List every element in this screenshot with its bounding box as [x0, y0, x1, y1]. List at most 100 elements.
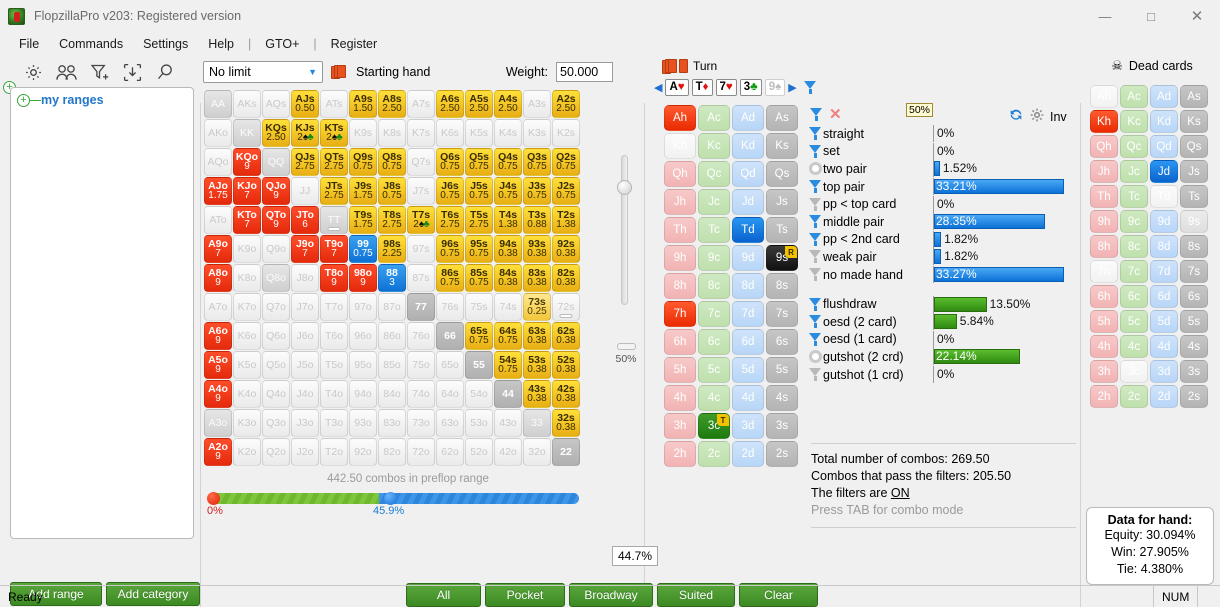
- hand-cell-T2o[interactable]: T2o: [320, 438, 348, 466]
- dead-card-2h[interactable]: 2h: [1090, 385, 1118, 408]
- dead-card-Qd[interactable]: Qd: [1150, 135, 1178, 158]
- hand-cell-J9s[interactable]: J9s 1.75: [349, 177, 377, 205]
- draw-icon-1[interactable]: [809, 315, 822, 329]
- hand-cell-64o[interactable]: 64o: [436, 380, 464, 408]
- dead-card-3s[interactable]: 3s: [1180, 360, 1208, 383]
- filter-icon[interactable]: [810, 107, 823, 121]
- hand-cell-42s[interactable]: 42s 0.38: [552, 380, 580, 408]
- hand-cell-A9s[interactable]: A9s 1.50: [349, 90, 377, 118]
- hand-cell-A2o[interactable]: A2o 9: [204, 438, 232, 466]
- range-slider-left-handle[interactable]: [207, 492, 220, 505]
- dead-card-8d[interactable]: 8d: [1150, 235, 1178, 258]
- made-icon-7[interactable]: [809, 250, 822, 264]
- menu-file[interactable]: File: [9, 35, 49, 53]
- draw-icon-2[interactable]: [809, 332, 822, 346]
- hand-cell-54s[interactable]: 54s 0.75: [494, 351, 522, 379]
- starting-hand-label[interactable]: Starting hand: [331, 64, 430, 80]
- deck-card-9h[interactable]: 9h: [664, 245, 696, 271]
- hand-cell-T2s[interactable]: T2s 1.38: [552, 206, 580, 234]
- hand-cell-75s[interactable]: 75s: [465, 293, 493, 321]
- import-icon[interactable]: [117, 58, 148, 86]
- deck-card-8s[interactable]: 8s: [766, 273, 798, 299]
- hand-cell-K4o[interactable]: K4o: [233, 380, 261, 408]
- hand-cell-95o[interactable]: 95o: [349, 351, 377, 379]
- range-slider-mid-handle[interactable]: [384, 492, 397, 505]
- hand-cell-62s[interactable]: 62s 0.38: [552, 322, 580, 350]
- deck-card-Jh[interactable]: Jh: [664, 189, 696, 215]
- hand-cell-ATo[interactable]: ATo: [204, 206, 232, 234]
- hand-cell-TT[interactable]: TT: [320, 206, 348, 234]
- hand-cell-KJs[interactable]: KJs 2♠♣: [291, 119, 319, 147]
- dead-card-8s[interactable]: 8s: [1180, 235, 1208, 258]
- hand-cell-KQo[interactable]: KQo 9: [233, 148, 261, 176]
- hand-cell-QJo[interactable]: QJo 9: [262, 177, 290, 205]
- hand-cell-K3o[interactable]: K3o: [233, 409, 261, 437]
- hand-cell-44[interactable]: 44: [494, 380, 522, 408]
- dead-card-8h[interactable]: 8h: [1090, 235, 1118, 258]
- deck-card-Th[interactable]: Th: [664, 217, 696, 243]
- deck-card-Kd[interactable]: Kd: [732, 133, 764, 159]
- dead-card-9d[interactable]: 9d: [1150, 210, 1178, 233]
- hand-cell-96s[interactable]: 96s 0.75: [436, 235, 464, 263]
- hand-cell-Q2o[interactable]: Q2o: [262, 438, 290, 466]
- maximize-button[interactable]: □: [1128, 0, 1174, 32]
- hand-cell-76s[interactable]: 76s: [436, 293, 464, 321]
- dead-card-7h[interactable]: 7h: [1090, 260, 1118, 283]
- dead-card-4d[interactable]: 4d: [1150, 335, 1178, 358]
- board-cards[interactable]: A ♥ T ♦ 7 ♥ 3 ♣ 9 ♠: [665, 78, 786, 96]
- draw-icon-3[interactable]: [809, 350, 822, 364]
- deck-card-Ah[interactable]: Ah: [664, 105, 696, 131]
- dead-card-5h[interactable]: 5h: [1090, 310, 1118, 333]
- hand-cell-KTo[interactable]: KTo 7: [233, 206, 261, 234]
- hand-cell-Q7s[interactable]: Q7s: [407, 148, 435, 176]
- hand-cell-43o[interactable]: 43o: [494, 409, 522, 437]
- hand-cell-T8s[interactable]: T8s 2.75: [378, 206, 406, 234]
- hand-cell-Q5o[interactable]: Q5o: [262, 351, 290, 379]
- hand-cell-76o[interactable]: 76o: [407, 322, 435, 350]
- deck-card-7d[interactable]: 7d: [732, 301, 764, 327]
- gear-icon[interactable]: [18, 58, 49, 86]
- hand-cell-J5s[interactable]: J5s 0.75: [465, 177, 493, 205]
- hand-cell-Q6o[interactable]: Q6o: [262, 322, 290, 350]
- hand-cell-T7s[interactable]: T7s 2♠♣: [407, 206, 435, 234]
- hand-cell-94s[interactable]: 94s 0.38: [494, 235, 522, 263]
- made-icon-8[interactable]: [809, 268, 822, 282]
- hand-cell-Q4s[interactable]: Q4s 0.75: [494, 148, 522, 176]
- hand-cell-64s[interactable]: 64s 0.75: [494, 322, 522, 350]
- hand-cell-JJ[interactable]: JJ: [291, 177, 319, 205]
- filter-add-icon[interactable]: [84, 58, 115, 86]
- hand-cell-83s[interactable]: 83s 0.38: [523, 264, 551, 292]
- deck-card-3d[interactable]: 3d: [732, 413, 764, 439]
- made-icon-3[interactable]: [809, 180, 822, 194]
- hand-cell-AQo[interactable]: AQo: [204, 148, 232, 176]
- tree-expander-icon[interactable]: +: [17, 93, 30, 107]
- hand-cell-QTo[interactable]: QTo 9: [262, 206, 290, 234]
- deck-card-Kc[interactable]: Kc: [698, 133, 730, 159]
- hand-cell-42o[interactable]: 42o: [494, 438, 522, 466]
- dead-card-5c[interactable]: 5c: [1120, 310, 1148, 333]
- hand-cell-63o[interactable]: 63o: [436, 409, 464, 437]
- hand-cell-72o[interactable]: 72o: [407, 438, 435, 466]
- hand-cell-65o[interactable]: 65o: [436, 351, 464, 379]
- hand-cell-32o[interactable]: 32o: [523, 438, 551, 466]
- draw-icon-4[interactable]: [809, 368, 822, 382]
- made-icon-4[interactable]: [809, 197, 822, 211]
- hand-cell-AKs[interactable]: AKs: [233, 90, 261, 118]
- deck-card-Jc[interactable]: Jc: [698, 189, 730, 215]
- dead-card-Jd[interactable]: Jd: [1150, 160, 1178, 183]
- hand-cell-88[interactable]: 88 3: [378, 264, 406, 292]
- hand-cell-J8s[interactable]: J8s 0.75: [378, 177, 406, 205]
- deck-card-Ac[interactable]: Ac: [698, 105, 730, 131]
- hand-cell-Q6s[interactable]: Q6s 0.75: [436, 148, 464, 176]
- made-icon-5[interactable]: [809, 215, 822, 229]
- made-icon-0[interactable]: [809, 127, 822, 141]
- dead-card-6d[interactable]: 6d: [1150, 285, 1178, 308]
- hand-cell-A9o[interactable]: A9o 7: [204, 235, 232, 263]
- hand-cell-62o[interactable]: 62o: [436, 438, 464, 466]
- hand-cell-93o[interactable]: 93o: [349, 409, 377, 437]
- hand-cell-J2o[interactable]: J2o: [291, 438, 319, 466]
- hand-cell-T6s[interactable]: T6s 2.75: [436, 206, 464, 234]
- search-icon[interactable]: [150, 58, 181, 86]
- board-card-9s[interactable]: 9 ♠: [764, 78, 786, 96]
- menu-register[interactable]: Register: [321, 35, 388, 53]
